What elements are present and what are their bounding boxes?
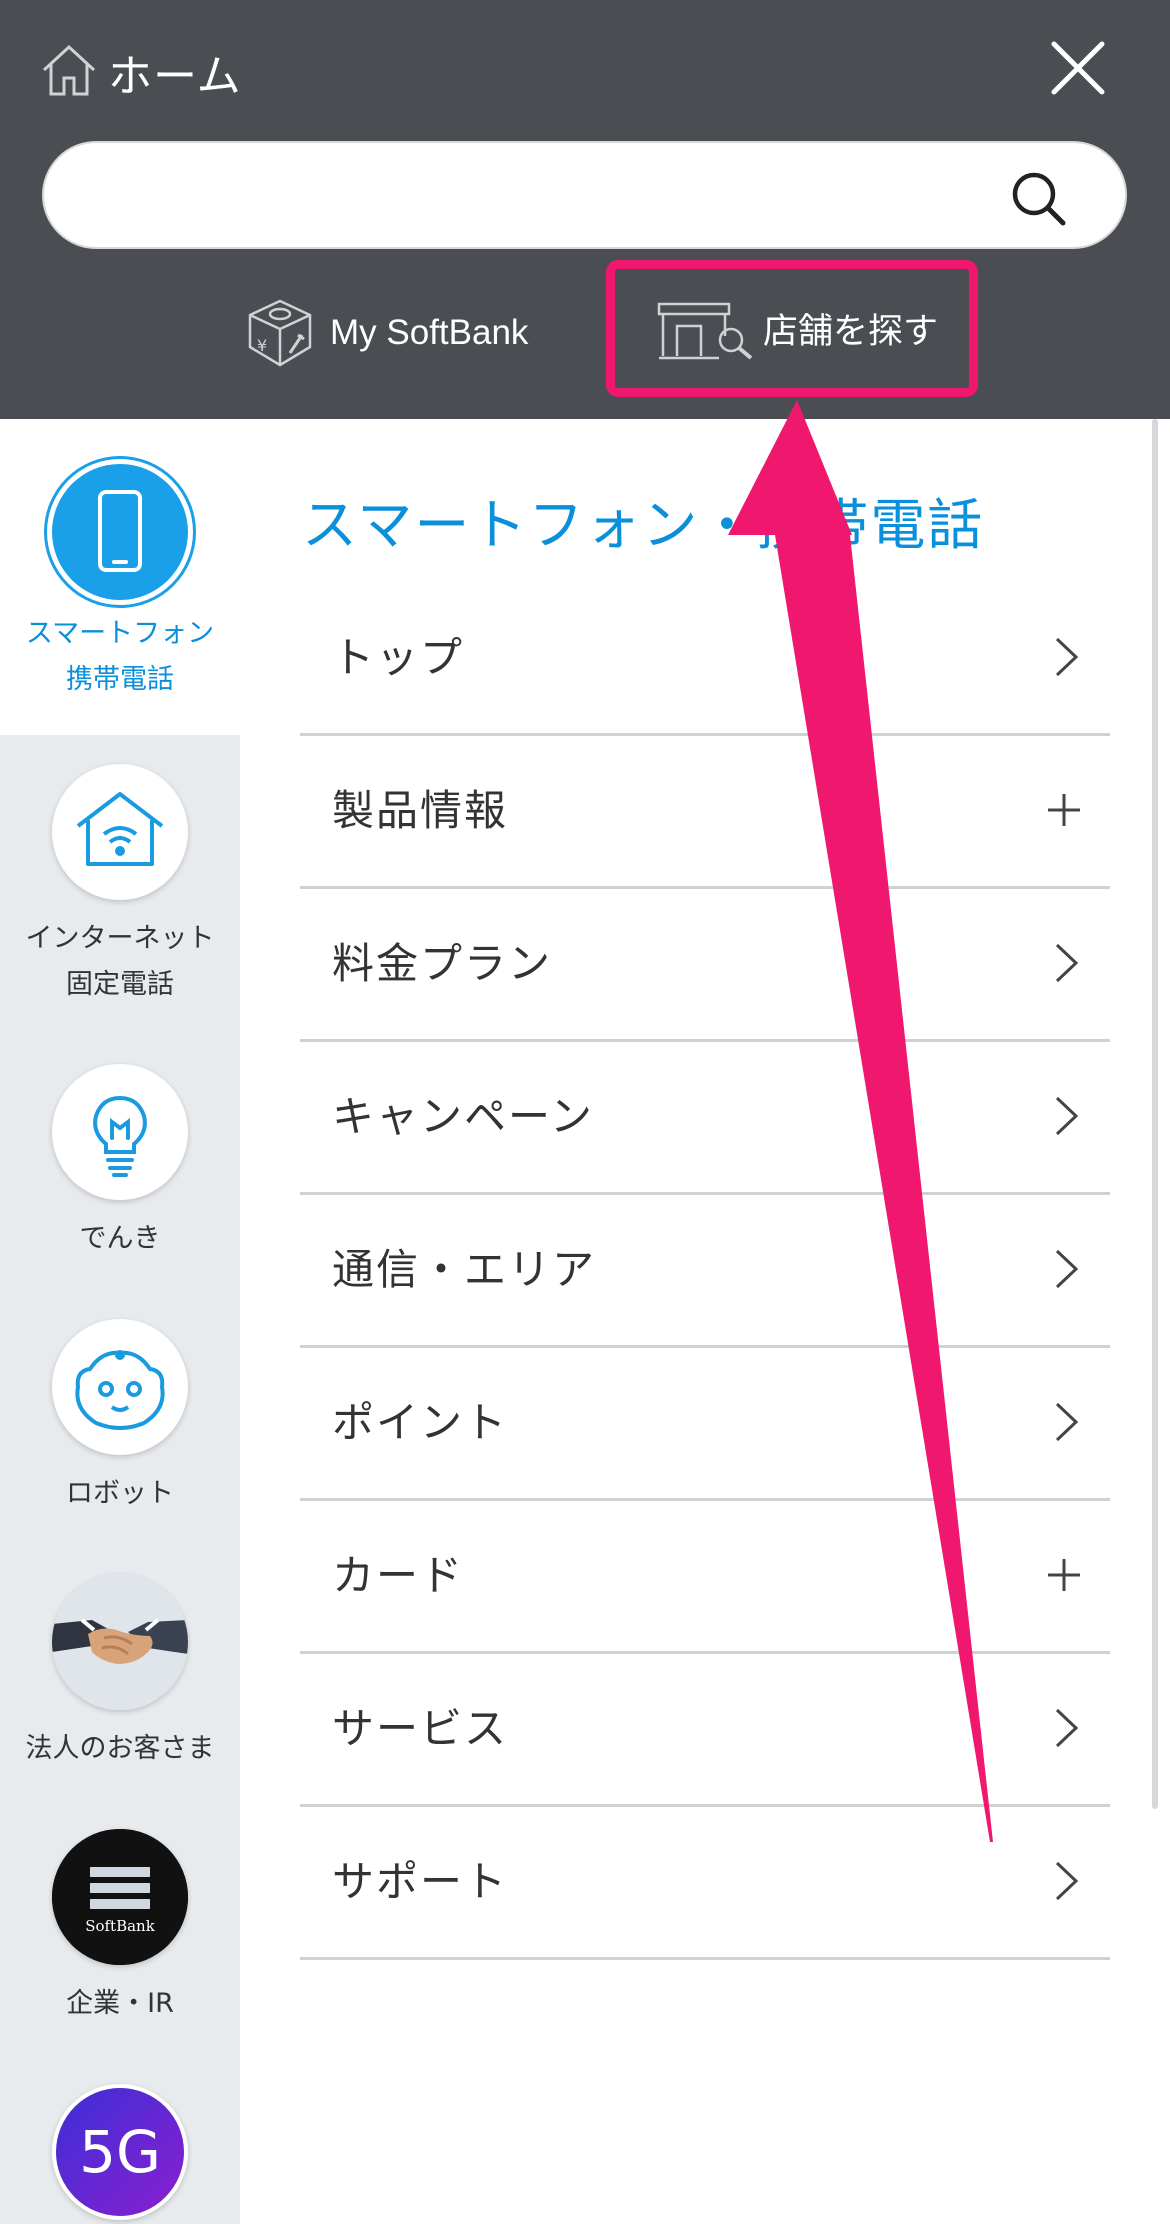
rail-circle-business [52,1574,188,1710]
rail-label-robot: ロボット [66,1478,174,1509]
menu-item-label: 料金プラン [332,939,553,988]
chevron-right-icon [1055,637,1079,677]
menu-item-label: 通信・エリア [332,1245,597,1294]
scrollbar[interactable] [1152,419,1158,1809]
plus-icon [1048,1559,1080,1591]
rail-circle-5g: 5G [52,2084,188,2220]
menu-item-label: トップ [332,633,465,682]
menu-item-top[interactable]: トップ [300,583,1110,736]
rail-label-ir: 企業・IR [66,1988,174,2019]
chevron-right-icon [1055,1402,1079,1442]
smartphone-icon [98,490,142,572]
menu-item-label: 製品情報 [332,786,509,835]
rail-item-ir[interactable]: SoftBank 企業・IR [0,1829,240,2039]
robot-face-icon [75,1350,165,1430]
rail-item-robot[interactable]: ロボット [0,1319,240,1529]
menu-item-card[interactable]: カード [300,1501,1110,1654]
chevron-right-icon [1055,1096,1079,1136]
rail-circle-robot [52,1319,188,1455]
search-icon[interactable] [1009,169,1069,229]
menu-item-plans[interactable]: 料金プラン [300,889,1110,1042]
menu-item-label: カード [332,1551,465,1600]
5g-icon: 5G [56,2088,184,2216]
lightbulb-icon [93,1095,147,1177]
close-icon [1051,41,1105,95]
menu-item-label: ポイント [332,1398,509,1447]
home-link[interactable]: ホーム [40,40,242,104]
5g-logo-text: 5G [79,2118,161,2186]
home-icon [40,42,98,102]
menu-item-services[interactable]: サービス [300,1654,1110,1807]
rail-item-business[interactable]: 法人のお客さま [0,1574,240,1784]
find-store-label: 店舗を探す [763,312,939,352]
house-wifi-icon [76,792,164,866]
category-rail: スマートフォン 携帯電話 インターネット 固定電話 でんき ロボット 法人のお客… [0,419,240,2224]
close-button[interactable] [1046,36,1110,100]
rail-label-internet: インターネット [25,923,215,954]
rail-circle-ir: SoftBank [52,1829,188,1965]
plus-icon [1048,794,1080,826]
chevron-right-icon [1055,943,1079,983]
search-input[interactable] [80,163,984,229]
softbank-logo-text: SoftBank [85,1917,156,1935]
store-search-icon [657,302,753,360]
menu-item-points[interactable]: ポイント [300,1348,1110,1501]
rail-item-5g[interactable]: 5G [0,2084,240,2224]
chevron-right-icon [1055,1708,1079,1748]
mysoftbank-label: My SoftBank [330,313,529,352]
rail-item-internet[interactable]: インターネット 固定電話 [0,764,240,1014]
rail-circle-smartphone [52,464,188,600]
softbank-logo-icon: SoftBank [52,1829,188,1965]
chevron-right-icon [1055,1249,1079,1289]
menu-item-products[interactable]: 製品情報 [300,736,1110,889]
rail-label-business: 法人のお客さま [25,1733,215,1764]
rail-item-denki[interactable]: でんき [0,1064,240,1274]
home-label: ホーム [108,51,242,102]
chevron-right-icon [1055,1861,1079,1901]
header-bar: ホーム ¥ My SoftBank 店舗を探す [0,0,1170,419]
handshake-icon [52,1574,188,1710]
mysoftbank-cube-icon: ¥ [248,299,312,367]
rail-circle-internet [52,764,188,900]
menu-item-network-area[interactable]: 通信・エリア [300,1195,1110,1348]
menu-item-label: キャンペーン [332,1092,594,1141]
page-title: スマートフォン・携帯電話 [302,493,985,557]
find-store-button[interactable]: 店舗を探す [606,260,978,397]
menu-item-label: サポート [332,1857,509,1906]
rail-circle-denki [52,1064,188,1200]
mysoftbank-button[interactable]: ¥ My SoftBank [244,290,528,376]
menu-item-campaign[interactable]: キャンペーン [300,1042,1110,1195]
rail-label-internet-sub: 固定電話 [66,969,174,1000]
rail-item-smartphone[interactable]: スマートフォン 携帯電話 [0,419,240,735]
svg-text:¥: ¥ [257,336,267,355]
rail-label-smartphone: スマートフォン [25,618,215,649]
rail-label-smartphone-sub: 携帯電話 [66,664,174,695]
search-bar [42,141,1127,249]
rail-label-denki: でんき [79,1223,161,1254]
menu-item-label: サービス [332,1704,509,1753]
category-menu: トップ 製品情報 料金プラン キャンペーン 通信・エリア ポイント カード サー… [300,583,1110,1960]
menu-item-support[interactable]: サポート [300,1807,1110,1960]
